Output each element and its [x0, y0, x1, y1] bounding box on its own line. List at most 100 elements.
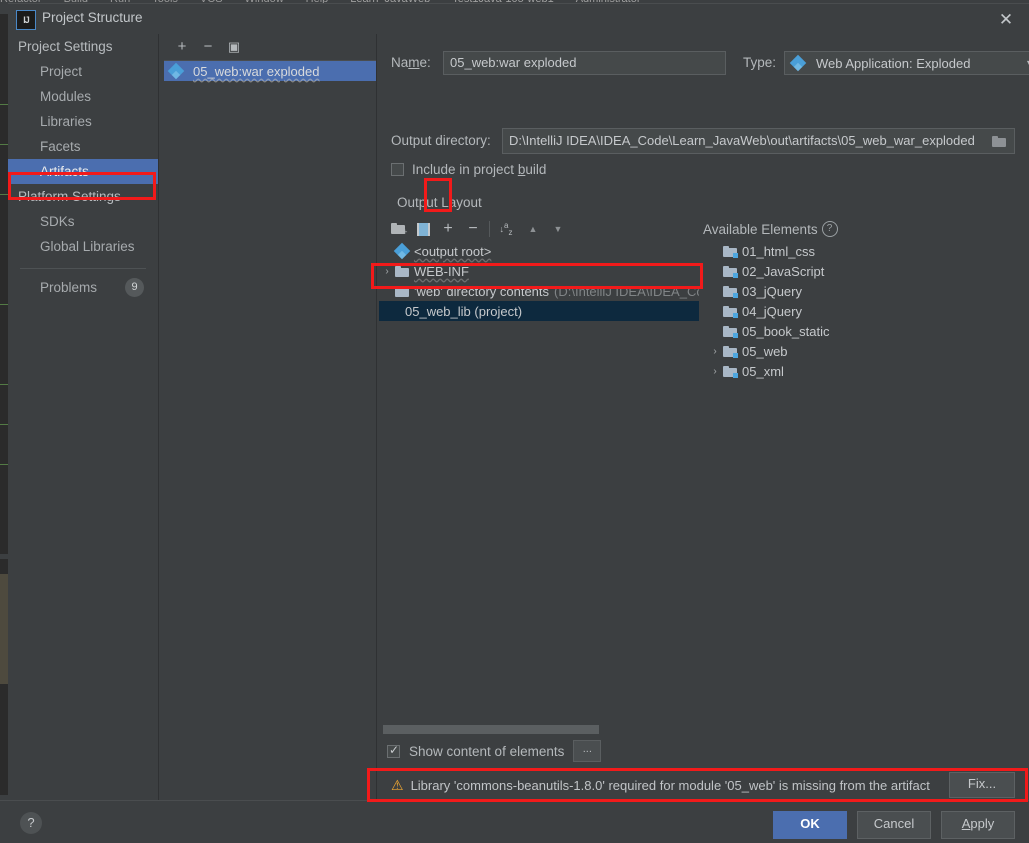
- available-item-label: 03_jQuery: [742, 283, 802, 299]
- artifact-list-item[interactable]: 05_web:war exploded: [164, 61, 376, 81]
- folder-icon: [723, 365, 738, 378]
- tree-row-label: <output root>: [414, 243, 492, 259]
- show-content-label: Show content of elements: [409, 743, 565, 759]
- apply-button[interactable]: Apply: [941, 811, 1015, 839]
- available-item-label: 05_xml: [742, 363, 784, 379]
- available-elements-label: Available Elements: [703, 221, 818, 237]
- artifact-list-item-label: 05_web:war exploded: [193, 63, 320, 79]
- tree-row-05-web-lib[interactable]: 05_web_lib (project): [379, 301, 699, 321]
- artifact-type-value: Web Application: Exploded: [816, 55, 971, 71]
- output-directory-input[interactable]: D:\IntelliJ IDEA\IDEA_Code\Learn_JavaWeb…: [502, 128, 1015, 154]
- available-elements-header: Available Elements ?: [703, 221, 838, 237]
- folder-icon: [723, 265, 738, 278]
- sidebar-item-artifacts[interactable]: Artifacts: [8, 159, 158, 184]
- available-item-01-html-css[interactable]: 01_html_css: [703, 241, 1025, 261]
- output-directory-row: Output directory: D:\IntelliJ IDEA\IDEA_…: [391, 128, 1015, 154]
- artifact-icon: [393, 242, 411, 260]
- folder-icon: [723, 245, 738, 258]
- sidebar-item-problems-label: Problems: [40, 280, 98, 295]
- copy-artifact-button[interactable]: ▣: [224, 38, 244, 56]
- tree-row-web-directory-contents[interactable]: 'web' directory contents (D:\IntelliJ ID…: [379, 281, 699, 301]
- chevron-right-icon[interactable]: ›: [379, 266, 395, 277]
- archive-icon[interactable]: [412, 219, 434, 239]
- show-content-row[interactable]: Show content of elements ...: [387, 740, 602, 762]
- available-item-03-jquery[interactable]: 03_jQuery: [703, 281, 1025, 301]
- output-layout-tree[interactable]: <output root> › WEB-INF 'web' directory …: [379, 241, 699, 716]
- sidebar-item-modules[interactable]: Modules: [8, 84, 158, 109]
- screen: RefactorBuildRunToolsVCSWindowHelpLearn_…: [0, 0, 1029, 843]
- available-item-label: 02_JavaScript: [742, 263, 825, 279]
- folder-icon: [723, 325, 738, 338]
- chevron-right-icon[interactable]: ›: [707, 346, 723, 357]
- dialog-titlebar: IJ Project Structure ✕: [8, 4, 1029, 34]
- include-in-build-row[interactable]: Include in project build: [391, 162, 546, 177]
- close-icon[interactable]: ✕: [995, 9, 1017, 31]
- intellij-logo-icon: IJ: [16, 10, 36, 30]
- sort-az-icon[interactable]: ↓az: [495, 219, 517, 239]
- tree-row-web-inf[interactable]: › WEB-INF: [379, 261, 699, 281]
- folder-icon: [395, 285, 409, 297]
- sidebar-item-libraries[interactable]: Libraries: [8, 109, 158, 134]
- help-icon[interactable]: ?: [821, 221, 838, 237]
- cancel-button[interactable]: Cancel: [857, 811, 931, 839]
- move-up-button[interactable]: ▲: [522, 219, 544, 239]
- folder-icon: [723, 305, 738, 318]
- warning-bar: ⚠ Library 'commons-beanutils-1.8.0' requ…: [385, 770, 1021, 800]
- warning-icon: ⚠: [391, 776, 404, 793]
- sidebar-item-problems[interactable]: Problems 9: [8, 275, 158, 300]
- sidebar-group-platform-settings: Platform Settings: [18, 189, 121, 204]
- tree-horizontal-scrollbar[interactable]: [383, 724, 699, 734]
- available-item-05-book-static[interactable]: 05_book_static: [703, 321, 1025, 341]
- available-item-04-jquery[interactable]: 04_jQuery: [703, 301, 1025, 321]
- tree-row-label: 'web' directory contents: [414, 283, 550, 299]
- folder-icon: [723, 285, 738, 298]
- artifact-type-select[interactable]: Web Application: Exploded ▼: [784, 51, 1029, 75]
- settings-sidebar: Project Settings Project Modules Librari…: [8, 34, 158, 804]
- dialog-footer: ? OK Cancel Apply: [0, 800, 1029, 843]
- add-artifact-button[interactable]: +: [172, 38, 192, 56]
- available-item-label: 04_jQuery: [742, 303, 802, 319]
- folder-browse-icon[interactable]: [992, 132, 1010, 150]
- available-item-05-xml[interactable]: › 05_xml: [703, 361, 1025, 381]
- tree-row-output-root[interactable]: <output root>: [379, 241, 699, 261]
- chevron-right-icon[interactable]: ›: [707, 366, 723, 377]
- project-structure-dialog: IJ Project Structure ✕ Project Settings …: [8, 3, 1029, 810]
- more-options-button[interactable]: ...: [573, 740, 602, 762]
- folder-icon: [395, 265, 409, 277]
- artifact-icon: [789, 54, 807, 72]
- sidebar-item-sdks[interactable]: SDKs: [8, 209, 158, 234]
- sidebar-item-global-libraries[interactable]: Global Libraries: [8, 234, 158, 259]
- fix-button[interactable]: Fix...: [949, 772, 1015, 798]
- folder-add-icon[interactable]: +: [387, 219, 409, 239]
- artifact-list-panel: + − ▣ 05_web:war exploded: [159, 34, 376, 804]
- name-label: Name:: [391, 55, 431, 70]
- output-directory-label: Output directory:: [391, 133, 491, 148]
- remove-artifact-button[interactable]: −: [198, 38, 218, 56]
- ok-button[interactable]: OK: [773, 811, 847, 839]
- sidebar-divider: [20, 268, 146, 269]
- help-icon[interactable]: ?: [20, 812, 42, 834]
- available-item-05-web[interactable]: › 05_web: [703, 341, 1025, 361]
- tree-row-label: WEB-INF: [414, 263, 469, 279]
- sidebar-item-project[interactable]: Project: [8, 59, 158, 84]
- sidebar-item-facets[interactable]: Facets: [8, 134, 158, 159]
- move-down-button[interactable]: ▼: [547, 219, 569, 239]
- output-directory-value: D:\IntelliJ IDEA\IDEA_Code\Learn_JavaWeb…: [509, 133, 975, 148]
- artifact-list-toolbar: + − ▣: [159, 34, 376, 60]
- available-item-label: 01_html_css: [742, 243, 815, 259]
- background-editor-sliver: [0, 14, 8, 814]
- add-element-button[interactable]: +: [437, 219, 459, 239]
- scrollbar-thumb[interactable]: [383, 725, 599, 734]
- warning-message: Library 'commons-beanutils-1.8.0' requir…: [410, 777, 930, 793]
- remove-element-button[interactable]: −: [462, 219, 484, 239]
- tree-row-path: (D:\IntelliJ IDEA\IDEA_Co: [554, 283, 699, 299]
- artifact-icon: [167, 62, 185, 80]
- type-label: Type:: [743, 55, 777, 70]
- include-in-build-checkbox[interactable]: [391, 163, 404, 176]
- show-content-checkbox[interactable]: [387, 743, 400, 758]
- tree-row-label: 05_web_lib (project): [405, 303, 523, 319]
- available-item-02-javascript[interactable]: 02_JavaScript: [703, 261, 1025, 281]
- available-elements-list[interactable]: 01_html_css 02_JavaScript 03_jQuery 04_j…: [703, 241, 1025, 716]
- artifact-name-input[interactable]: [443, 51, 726, 75]
- chevron-down-icon: ▼: [1025, 58, 1029, 68]
